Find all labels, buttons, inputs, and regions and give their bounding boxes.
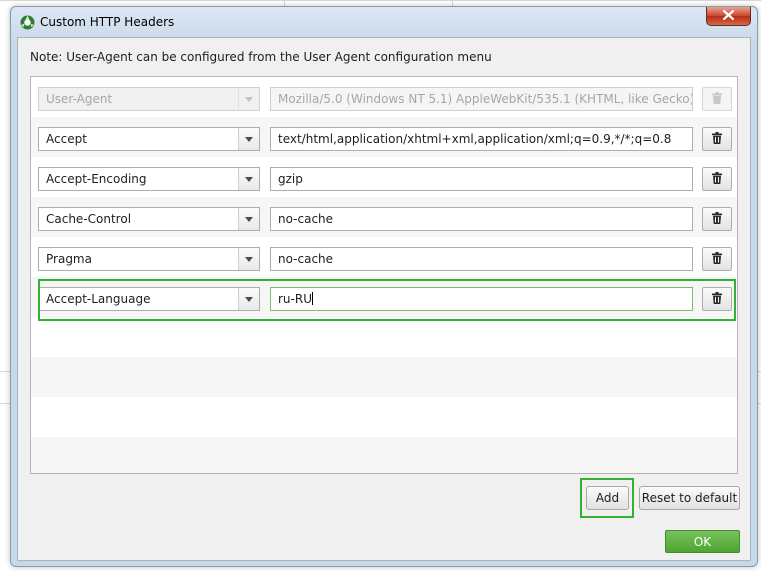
- dialog-body: Note: User-Agent can be configured from …: [17, 37, 751, 561]
- trash-icon: [712, 291, 722, 307]
- header-name-value: Accept-Language: [46, 292, 151, 306]
- custom-http-headers-dialog: Custom HTTP Headers Note: User-Agent can…: [10, 6, 758, 567]
- header-name-select[interactable]: Cache-Control: [38, 207, 260, 231]
- background-divider: [0, 403, 10, 404]
- trash-icon: [712, 91, 722, 107]
- chevron-down-icon[interactable]: [238, 128, 259, 150]
- header-name-select: User-Agent: [38, 87, 260, 111]
- ok-button[interactable]: OK: [665, 530, 740, 553]
- delete-header-button[interactable]: [702, 207, 732, 231]
- delete-header-button[interactable]: [702, 167, 732, 191]
- trash-icon: [712, 171, 722, 187]
- header-value-text: ru-RU: [278, 292, 313, 306]
- text-caret: [312, 292, 313, 305]
- header-row-pragma: Pragma no-cache: [31, 239, 737, 279]
- header-row-user-agent: User-Agent Mozilla/5.0 (Windows NT 5.1) …: [31, 79, 737, 119]
- trash-icon: [712, 131, 722, 147]
- header-name-value: Cache-Control: [46, 212, 132, 226]
- user-agent-note: Note: User-Agent can be configured from …: [30, 50, 492, 64]
- delete-header-button[interactable]: [702, 287, 732, 311]
- close-button[interactable]: [706, 7, 751, 26]
- chevron-down-icon[interactable]: [238, 208, 259, 230]
- header-name-select[interactable]: Accept-Encoding: [38, 167, 260, 191]
- list-stripe: [31, 357, 737, 397]
- header-row-accept-encoding: Accept-Encoding gzip: [31, 159, 737, 199]
- chevron-down-icon[interactable]: [238, 248, 259, 270]
- header-value-text: text/html,application/xhtml+xml,applicat…: [278, 132, 672, 146]
- header-value-field[interactable]: no-cache: [270, 207, 693, 231]
- reset-to-default-button[interactable]: Reset to default: [639, 486, 740, 510]
- headers-list[interactable]: User-Agent Mozilla/5.0 (Windows NT 5.1) …: [30, 76, 738, 474]
- close-icon: [722, 9, 735, 23]
- delete-header-button[interactable]: [702, 127, 732, 151]
- header-name-value: User-Agent: [46, 92, 113, 106]
- chevron-down-icon: [238, 88, 259, 110]
- background-divider: [0, 0, 761, 1]
- header-name-select[interactable]: Pragma: [38, 247, 260, 271]
- window-title: Custom HTTP Headers: [40, 15, 175, 29]
- background-divider: [0, 371, 10, 372]
- header-value-field[interactable]: gzip: [270, 167, 693, 191]
- header-value-text: no-cache: [278, 252, 334, 266]
- header-name-value: Accept-Encoding: [46, 172, 147, 186]
- header-value-field[interactable]: text/html,application/xhtml+xml,applicat…: [270, 127, 693, 151]
- chevron-down-icon[interactable]: [238, 168, 259, 190]
- add-button[interactable]: Add: [586, 486, 629, 510]
- header-value-field[interactable]: ru-RU: [270, 287, 693, 311]
- header-value-typed: ru-RU: [278, 292, 312, 306]
- chevron-down-icon[interactable]: [238, 288, 259, 310]
- header-value-text: Mozilla/5.0 (Windows NT 5.1) AppleWebKit…: [278, 92, 693, 106]
- trash-icon: [712, 251, 722, 267]
- header-name-value: Accept: [46, 132, 87, 146]
- title-bar[interactable]: Custom HTTP Headers: [11, 7, 757, 37]
- app-logo-icon: [20, 15, 35, 30]
- delete-header-button: [702, 87, 732, 111]
- header-name-select[interactable]: Accept-Language: [38, 287, 260, 311]
- delete-header-button[interactable]: [702, 247, 732, 271]
- header-value-text: gzip: [278, 172, 303, 186]
- trash-icon: [712, 211, 722, 227]
- header-value-text: no-cache: [278, 212, 334, 226]
- list-stripe: [31, 317, 737, 357]
- list-stripe: [31, 437, 737, 473]
- header-row-accept-language: Accept-Language ru-RU: [31, 279, 737, 319]
- header-name-value: Pragma: [46, 252, 92, 266]
- header-value-field[interactable]: no-cache: [270, 247, 693, 271]
- list-stripe: [31, 397, 737, 437]
- header-row-cache-control: Cache-Control no-cache: [31, 199, 737, 239]
- header-name-select[interactable]: Accept: [38, 127, 260, 151]
- header-value-field: Mozilla/5.0 (Windows NT 5.1) AppleWebKit…: [270, 87, 693, 111]
- header-row-accept: Accept text/html,application/xhtml+xml,a…: [31, 119, 737, 159]
